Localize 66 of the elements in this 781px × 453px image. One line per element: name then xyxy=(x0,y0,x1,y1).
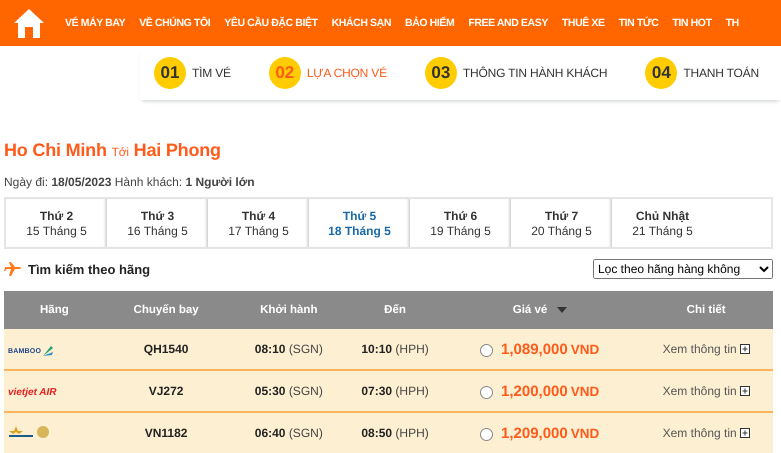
arrival-time: 08:50 xyxy=(361,426,392,440)
ticket-price: 1,200,000 xyxy=(501,382,568,400)
currency: VND xyxy=(570,342,600,356)
nav-link[interactable]: THUÊ XE xyxy=(554,17,612,29)
currency: VND xyxy=(570,384,600,398)
nav-link[interactable]: TIN TỨC xyxy=(612,17,666,29)
sort-caret-icon xyxy=(556,307,566,313)
nav-link[interactable]: VÉ MÁY BAY xyxy=(58,17,132,29)
arrival-time: 07:30 xyxy=(361,384,392,398)
home-icon[interactable] xyxy=(12,7,46,39)
flight-number: VJ272 xyxy=(148,384,184,398)
step-label: THÔNG TIN HÀNH KHÁCH xyxy=(462,66,608,80)
expand-icon xyxy=(740,428,750,438)
airport-code: (HPH) xyxy=(395,426,429,440)
nav-link[interactable]: YÊU CẦU ĐẶC BIỆT xyxy=(217,17,325,29)
departure-time: 08:10 xyxy=(254,342,286,356)
nav-link[interactable]: KHÁCH SẠN xyxy=(324,17,398,29)
airport-code: (SGN) xyxy=(288,426,323,440)
sort-column-header[interactable]: Giá vé xyxy=(440,291,640,329)
nav-link[interactable]: VỀ CHÚNG TÔI xyxy=(132,17,218,29)
airport-code: (HPH) xyxy=(395,384,429,398)
expand-icon xyxy=(740,386,750,396)
date-tab[interactable]: Thứ 2 15 Tháng 5 xyxy=(6,199,107,247)
arrival-time: 10:10 xyxy=(361,342,392,356)
route-title: Ho Chi Minh Tới Hai Phong xyxy=(4,140,222,161)
step-label: LỰA CHỌN VÉ xyxy=(306,66,387,80)
ticket-price: 1,209,000 xyxy=(501,424,568,442)
departure-time: 05:30 xyxy=(254,384,286,398)
nav-link[interactable]: FREE AND EASY xyxy=(461,17,555,29)
step-number: 01 xyxy=(154,57,186,89)
airline-filter-dropdown[interactable]: Lọc theo hãng hàng không xyxy=(593,259,773,279)
date-tab[interactable]: Thứ 6 19 Tháng 5 xyxy=(410,199,511,247)
column-header: Đến xyxy=(350,291,440,329)
expand-icon xyxy=(740,344,750,354)
airport-code: (HPH) xyxy=(395,342,429,356)
fare-radio[interactable] xyxy=(480,344,493,357)
airport-code: (SGN) xyxy=(288,342,323,356)
ticket-price: 1,089,000 xyxy=(501,340,568,358)
nav-link[interactable]: BẢO HIỂM xyxy=(398,17,462,29)
currency: VND xyxy=(570,426,600,440)
nav-link[interactable]: TH xyxy=(718,17,746,29)
step-label: THANH TOÁN xyxy=(683,66,759,80)
flight-number: QH1540 xyxy=(144,342,188,356)
step-number: 02 xyxy=(268,57,301,89)
date-tab[interactable]: Thứ 5 18 Tháng 5 xyxy=(309,199,410,247)
fare-radio[interactable] xyxy=(480,386,493,399)
date-tab[interactable]: Thứ 7 20 Tháng 5 xyxy=(511,199,612,247)
column-header: Chuyến bay xyxy=(104,291,228,329)
airline-logo-icon xyxy=(8,424,50,438)
flight-number: VN1182 xyxy=(144,426,188,440)
date-tab[interactable]: Thứ 3 16 Tháng 5 xyxy=(107,199,208,247)
trip-info: Ngày đi: 18/05/2023 Hành khách: 1 Người lớn xyxy=(4,175,256,189)
nav-link[interactable]: TIN HOT xyxy=(665,17,719,29)
column-header: Khởi hành xyxy=(227,291,350,329)
step-label: TÌM VÉ xyxy=(192,66,231,80)
section-label: Tìm kiếm theo hãng xyxy=(28,262,150,276)
airport-code: (SGN) xyxy=(288,384,323,398)
step-number: 03 xyxy=(424,57,457,89)
airplane-icon xyxy=(4,261,22,277)
step-number: 04 xyxy=(645,57,678,89)
date-tab[interactable]: Thứ 4 17 Tháng 5 xyxy=(208,199,309,247)
departure-time: 06:40 xyxy=(254,426,286,440)
column-header: Hãng xyxy=(4,291,105,329)
fare-radio[interactable] xyxy=(480,428,493,441)
airline-logo: vietjet AIR xyxy=(8,387,57,398)
column-header: Chi tiết xyxy=(639,291,773,329)
